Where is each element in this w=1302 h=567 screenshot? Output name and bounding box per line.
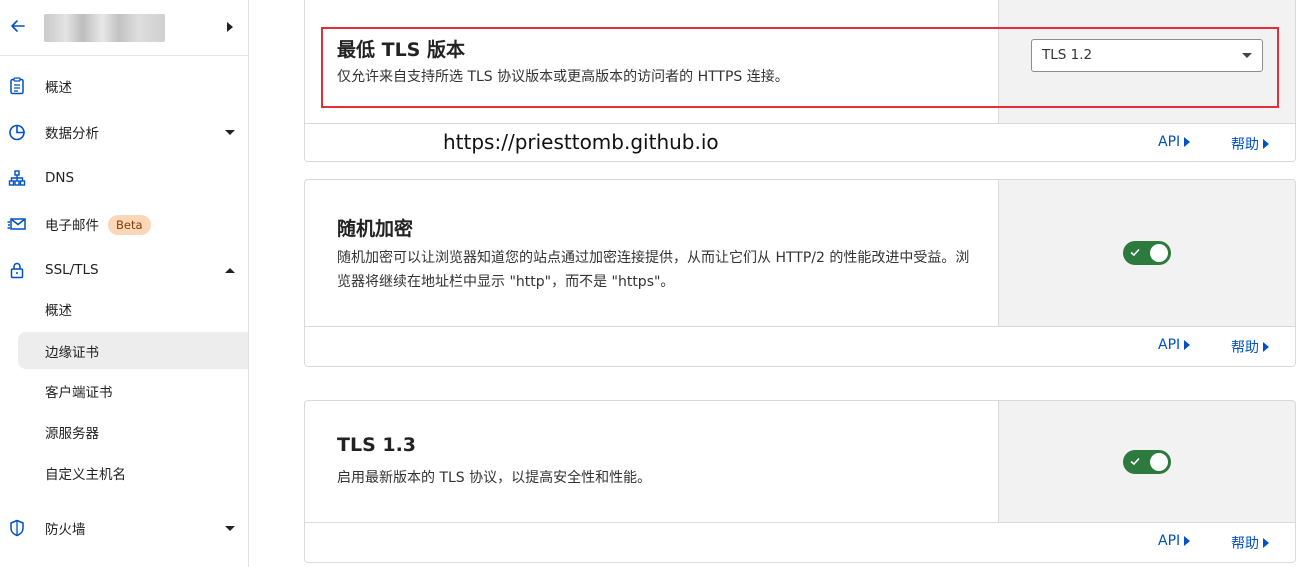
card-description: 仅允许来自支持所选 TLS 协议版本或更高版本的访问者的 HTTPS 连接。 — [337, 69, 789, 85]
toggle-knob — [1150, 244, 1168, 262]
network-icon — [8, 170, 26, 186]
card-control-panel — [998, 180, 1295, 326]
sidebar-subitem-label: 自定义主机名 — [45, 466, 126, 483]
shield-icon — [10, 519, 24, 537]
caret-right-icon — [1184, 340, 1191, 350]
api-link[interactable]: API — [1158, 337, 1191, 353]
sidebar-item-overview[interactable]: 概述 — [0, 66, 248, 106]
sidebar-item-ssl-tls[interactable]: SSL/TLS — [0, 250, 248, 290]
main-content: TLS 1.2 最低 TLS 版本 仅允许来自支持所选 TLS 协议版本或更高版… — [250, 0, 1302, 567]
caret-right-icon[interactable] — [227, 22, 233, 32]
card-control-panel: TLS 1.2 — [998, 0, 1295, 123]
sidebar-item-firewall[interactable]: 防火墙 — [0, 508, 248, 548]
sidebar-item-dns[interactable]: DNS — [0, 158, 248, 198]
sidebar-subitem-label: 边缘证书 — [45, 344, 99, 361]
chevron-down-icon — [1242, 53, 1252, 58]
account-row — [0, 0, 248, 56]
sidebar-item-label: 电子邮件 — [45, 218, 99, 234]
sidebar-subitem-custom-hostnames[interactable]: 自定义主机名 — [18, 454, 248, 491]
api-link-label: API — [1158, 337, 1181, 353]
caret-right-icon — [1263, 538, 1269, 548]
select-value: TLS 1.2 — [1042, 47, 1093, 63]
api-link[interactable]: API — [1158, 533, 1191, 549]
api-link-label: API — [1158, 533, 1181, 549]
card-tls-1-3: TLS 1.3 启用最新版本的 TLS 协议，以提高安全性和性能。 API 帮助 — [304, 400, 1296, 563]
tls-1-3-toggle[interactable] — [1123, 450, 1171, 474]
api-link[interactable]: API — [1158, 134, 1191, 150]
card-title: 随机加密 — [337, 218, 414, 240]
sidebar-item-analytics[interactable]: 数据分析 — [0, 112, 248, 152]
sidebar-item-label: 防火墙 — [45, 522, 86, 538]
lock-icon — [10, 262, 24, 279]
help-link[interactable]: 帮助 — [1231, 533, 1269, 553]
watermark-url: https://priesttomb.github.io — [443, 130, 719, 154]
beta-badge: Beta — [108, 215, 151, 235]
sidebar-item-label: 概述 — [45, 80, 72, 96]
chevron-up-icon — [225, 267, 235, 273]
sidebar-subitem-client-certificates[interactable]: 客户端证书 — [18, 372, 248, 409]
help-link-label: 帮助 — [1231, 536, 1259, 552]
toggle-knob — [1150, 453, 1168, 471]
card-title: 最低 TLS 版本 — [337, 39, 465, 61]
help-link[interactable]: 帮助 — [1231, 337, 1269, 357]
sidebar-subitem-label: 源服务器 — [45, 425, 99, 442]
arrow-left-icon[interactable] — [8, 16, 28, 36]
card-footer: API 帮助 — [305, 326, 1295, 366]
check-icon — [1130, 457, 1140, 466]
help-link-label: 帮助 — [1231, 340, 1259, 356]
caret-right-icon — [1184, 536, 1191, 546]
card-description: 随机加密可以让浏览器知道您的站点通过加密连接提供，从而让它们从 HTTP/2 的… — [337, 250, 970, 290]
pie-chart-icon — [9, 124, 25, 141]
card-footer: API 帮助 — [305, 522, 1295, 562]
sidebar-subitem-label: 客户端证书 — [45, 384, 113, 401]
sidebar: 概述 数据分析 DNS 电子邮件 Beta SSL/TLS 概述 边缘证书 客户… — [0, 0, 249, 567]
clipboard-icon — [10, 77, 24, 95]
help-link-label: 帮助 — [1231, 137, 1259, 153]
caret-right-icon — [1263, 139, 1269, 149]
chevron-down-icon — [225, 525, 235, 531]
envelope-icon — [7, 218, 26, 230]
card-title: TLS 1.3 — [337, 434, 417, 456]
sidebar-item-label: SSL/TLS — [45, 262, 99, 278]
card-opportunistic-encryption: 随机加密 随机加密可以让浏览器知道您的站点通过加密连接提供，从而让它们从 HTT… — [304, 179, 1296, 367]
opportunistic-encryption-toggle[interactable] — [1123, 241, 1171, 265]
sidebar-subitem-label: 概述 — [45, 302, 72, 319]
card-description: 启用最新版本的 TLS 协议，以提高安全性和性能。 — [337, 470, 652, 486]
help-link[interactable]: 帮助 — [1231, 134, 1269, 154]
sidebar-item-email[interactable]: 电子邮件 Beta — [0, 204, 248, 244]
account-name-redacted[interactable] — [44, 14, 165, 42]
sidebar-subitem-origin-server[interactable]: 源服务器 — [18, 413, 248, 450]
tls-version-select[interactable]: TLS 1.2 — [1031, 39, 1263, 72]
caret-right-icon — [1184, 137, 1191, 147]
api-link-label: API — [1158, 134, 1181, 150]
sidebar-subitem-edge-certificates[interactable]: 边缘证书 — [18, 332, 248, 369]
card-control-panel — [998, 401, 1295, 522]
caret-right-icon — [1263, 342, 1269, 352]
chevron-down-icon — [225, 129, 235, 135]
sidebar-item-label: DNS — [45, 170, 75, 186]
sidebar-subitem-overview[interactable]: 概述 — [18, 290, 248, 327]
sidebar-item-label: 数据分析 — [45, 126, 99, 142]
check-icon — [1130, 248, 1140, 257]
